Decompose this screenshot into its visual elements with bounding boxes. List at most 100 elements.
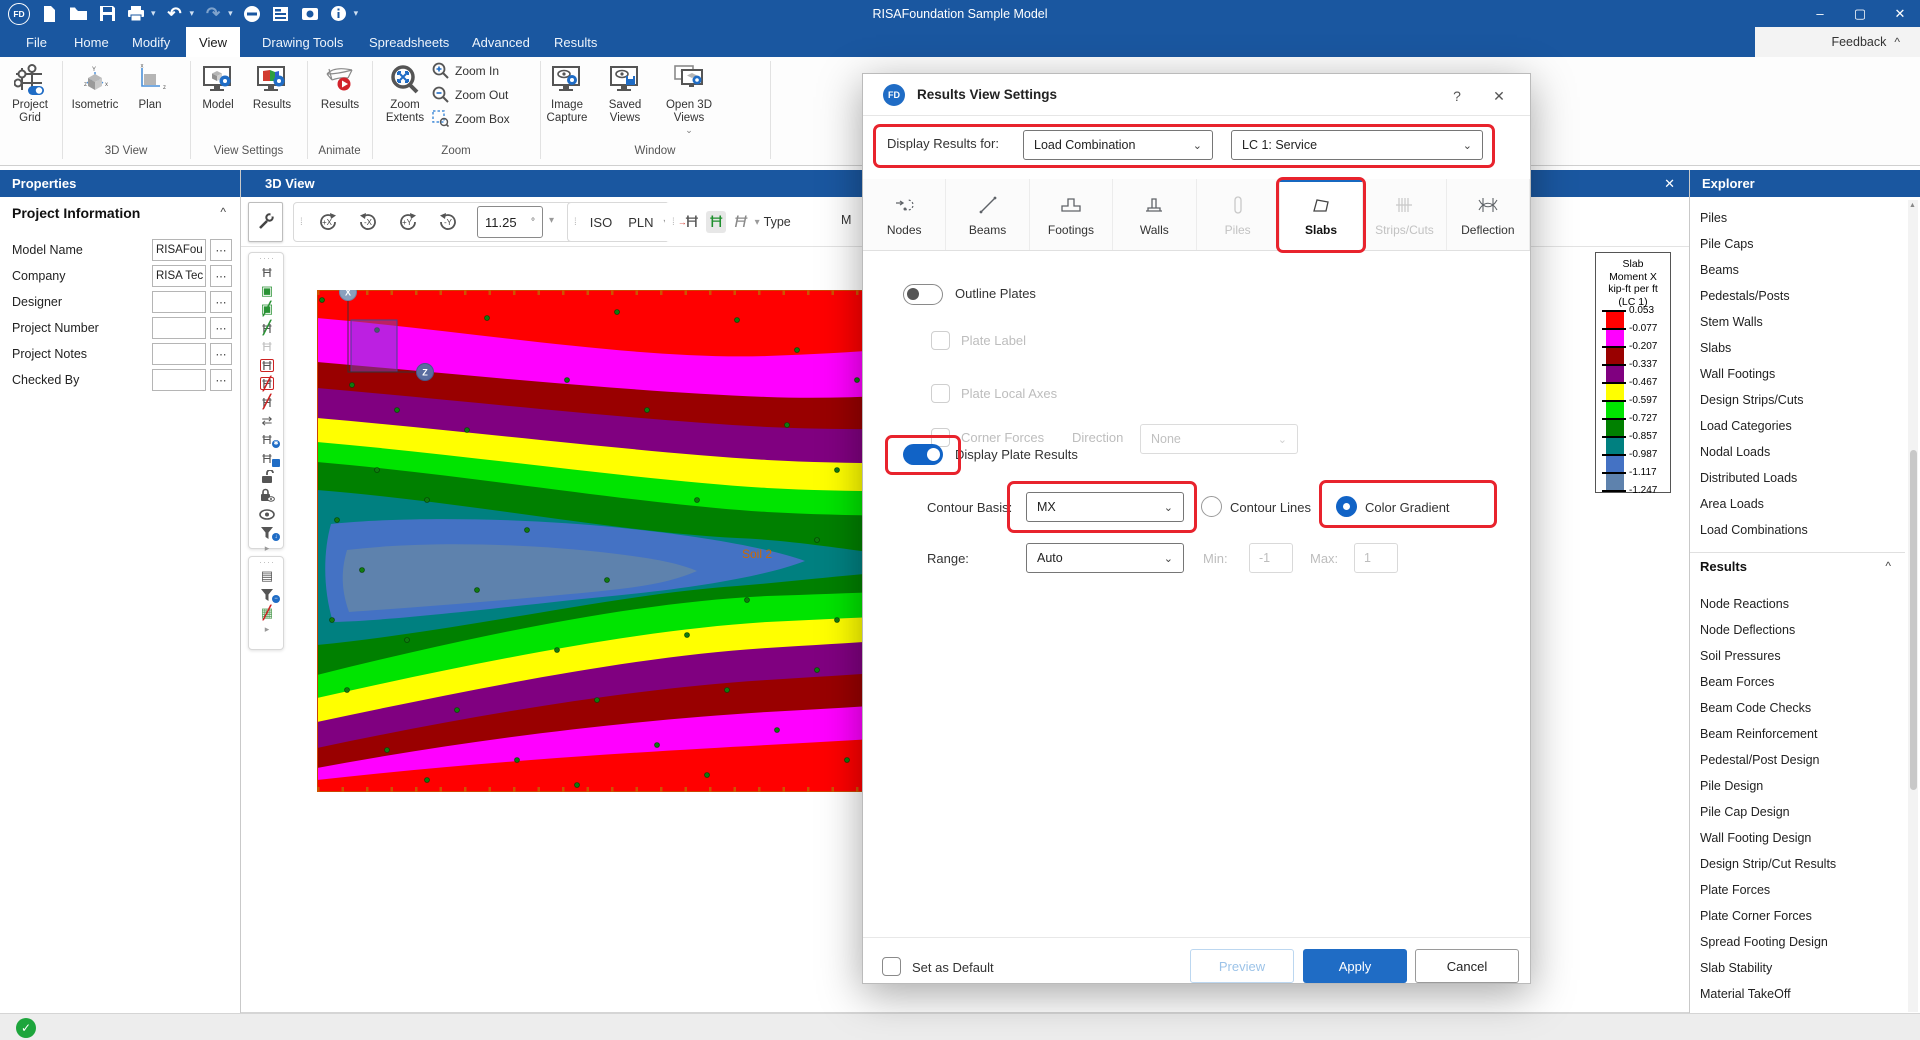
drag-handle-icon[interactable]: ⁞ — [300, 217, 304, 228]
explorer-item-spread-footing-design[interactable]: Spread Footing Design — [1690, 929, 1905, 955]
save-icon[interactable] — [97, 4, 117, 24]
dialog-tab-nodes[interactable]: Nodes — [863, 179, 946, 250]
explorer-item-pile-cap-design[interactable]: Pile Cap Design — [1690, 799, 1905, 825]
beam-italic-icon[interactable]: Ħ — [730, 211, 750, 233]
explorer-item-plate-forces[interactable]: Plate Forces — [1690, 877, 1905, 903]
unlock-icon[interactable] — [249, 468, 285, 487]
explorer-item-load-combinations[interactable]: Load Combinations — [1690, 517, 1905, 543]
explorer-item-beam-reinforcement[interactable]: Beam Reinforcement — [1690, 721, 1905, 747]
dialog-tab-slabs[interactable]: Slabs — [1280, 179, 1363, 250]
explorer-item-area-loads[interactable]: Area Loads — [1690, 491, 1905, 517]
dialog-tab-footings[interactable]: Footings — [1030, 179, 1113, 250]
range-dropdown[interactable]: Auto⌄ — [1026, 543, 1184, 573]
explorer-item-pedestals-posts[interactable]: Pedestals/Posts — [1690, 283, 1905, 309]
filter-apply-icon[interactable]: ↓ — [249, 523, 285, 542]
explorer-item-wall-footing-design[interactable]: Wall Footing Design — [1690, 825, 1905, 851]
close-button[interactable]: ✕ — [1880, 0, 1920, 27]
strip-expand-icon[interactable]: ▸ — [249, 623, 285, 636]
explorer-item-slab-stability[interactable]: Slab Stability — [1690, 955, 1905, 981]
camera-icon[interactable] — [300, 4, 320, 24]
maximize-button[interactable]: ▢ — [1840, 0, 1880, 27]
strip-expand-icon[interactable]: ▸ — [249, 542, 285, 555]
explorer-item-pile-caps[interactable]: Pile Caps — [1690, 231, 1905, 257]
model-view-settings-button[interactable]: Model — [189, 62, 247, 112]
company-input[interactable]: RISA Tec — [152, 265, 206, 287]
model-name-ellipsis-button[interactable]: ⋯ — [210, 239, 232, 261]
explorer-item-plate-corner-forces[interactable]: Plate Corner Forces — [1690, 903, 1905, 929]
result-type-dropdown[interactable]: Load Combination⌄ — [1023, 130, 1213, 160]
angle-dropdown-icon[interactable]: ▾ — [549, 215, 554, 226]
view-settings-wrench-button[interactable] — [248, 202, 283, 242]
plate-outline-icon[interactable]: ▣ — [249, 282, 285, 301]
project-information-section[interactable]: Project Information ^ — [0, 205, 240, 221]
project-number-ellipsis-button[interactable]: ⋯ — [210, 317, 232, 339]
isometric-button[interactable]: Yzx Isometric — [66, 62, 124, 112]
info-icon[interactable] — [329, 4, 349, 24]
model-name-input[interactable]: RISAFou — [152, 239, 206, 261]
preview-button[interactable]: Preview — [1190, 949, 1294, 983]
dialog-tab-walls[interactable]: Walls — [1113, 179, 1196, 250]
explorer-item-slabs[interactable]: Slabs — [1690, 335, 1905, 361]
tab-view[interactable]: View — [186, 27, 240, 57]
designer-ellipsis-button[interactable]: ⋯ — [210, 291, 232, 313]
qat-chevron-icon[interactable]: ▾ — [354, 8, 359, 19]
contour-lines-radio[interactable] — [1201, 496, 1222, 517]
undo-icon[interactable]: ↶ — [165, 4, 185, 24]
project-number-input[interactable] — [152, 317, 206, 339]
project-notes-ellipsis-button[interactable]: ⋯ — [210, 343, 232, 365]
solve-remove-icon[interactable] — [242, 4, 262, 24]
rotate-minus-x-button[interactable]: -X — [350, 205, 386, 239]
company-ellipsis-button[interactable]: ⋯ — [210, 265, 232, 287]
member-settings-icon[interactable]: Ħ✱ — [249, 430, 285, 449]
swap-ends-icon[interactable]: ⇄ — [249, 412, 285, 431]
checked-by-input[interactable] — [152, 369, 206, 391]
undo-chevron-icon[interactable]: ▾ — [190, 8, 195, 19]
zoom-in-button[interactable]: Zoom In — [432, 62, 499, 79]
explorer-item-pile-design[interactable]: Pile Design — [1690, 773, 1905, 799]
zoom-out-button[interactable]: Zoom Out — [432, 86, 508, 103]
section-collapse-icon[interactable]: ^ — [220, 205, 226, 221]
strip-drag-dots-icon[interactable]: ···· — [249, 253, 285, 263]
lock-view-icon[interactable] — [249, 486, 285, 505]
filter-remove-icon[interactable]: − — [249, 586, 285, 605]
print-chevron-icon[interactable]: ▾ — [151, 8, 156, 19]
project-notes-input[interactable] — [152, 343, 206, 365]
dialog-tab-deflection[interactable]: Deflection — [1447, 179, 1530, 250]
saved-views-button[interactable]: Saved Views — [596, 62, 654, 125]
set-as-default-checkbox[interactable] — [882, 957, 901, 976]
drag-handle-icon[interactable]: ⁞ — [672, 217, 676, 228]
plan-button[interactable]: xz Plan — [121, 62, 179, 112]
app-logo-icon[interactable]: FD — [8, 3, 30, 25]
render-image-off-icon[interactable]: ▦╱ — [249, 604, 285, 623]
explorer-item-design-strips-cuts[interactable]: Design Strips/Cuts — [1690, 387, 1905, 413]
rotate-plus-x-button[interactable]: +X — [310, 205, 346, 239]
scrollbar-up-icon[interactable]: ▲ — [1909, 202, 1916, 209]
apply-button[interactable]: Apply — [1303, 949, 1407, 983]
dialog-help-button[interactable]: ? — [1442, 84, 1472, 108]
wall-boxed-icon[interactable]: Ħ — [249, 356, 285, 375]
redo-icon[interactable]: ↷ — [203, 4, 223, 24]
tab-modify[interactable]: Modify — [118, 27, 184, 57]
explorer-item-node-reactions[interactable]: Node Reactions — [1690, 591, 1905, 617]
dialog-close-button[interactable]: ✕ — [1484, 84, 1514, 108]
explorer-item-distributed-loads[interactable]: Distributed Loads — [1690, 465, 1905, 491]
node-labels-icon[interactable]: Ħ — [249, 263, 285, 282]
strip-drag-dots-icon[interactable]: ···· — [249, 557, 285, 567]
plate-local-axes-checkbox[interactable] — [931, 384, 950, 403]
results-view-settings-button[interactable]: Results — [243, 62, 301, 112]
cancel-button[interactable]: Cancel — [1415, 949, 1519, 983]
plan-view-button[interactable]: PLN — [622, 211, 659, 234]
explorer-item-material-takeoff[interactable]: Material TakeOff — [1690, 981, 1905, 1007]
iso-view-button[interactable]: ISO — [584, 211, 618, 234]
redo-chevron-icon[interactable]: ▾ — [228, 8, 233, 19]
explorer-item-wall-footings[interactable]: Wall Footings — [1690, 361, 1905, 387]
minimize-button[interactable]: – — [1800, 0, 1840, 27]
plate-label-checkbox[interactable] — [931, 331, 950, 350]
image-capture-button[interactable]: Image Capture — [538, 62, 596, 125]
wall-boxed-off-icon[interactable]: Ħ╱ — [249, 375, 285, 394]
tab-home[interactable]: Home — [60, 27, 123, 57]
checked-by-ellipsis-button[interactable]: ⋯ — [210, 369, 232, 391]
beam-labels-icon[interactable]: →Ħ — [682, 211, 702, 233]
tab-file[interactable]: File — [12, 27, 61, 57]
beam-rendered-icon[interactable]: Ħ — [706, 211, 726, 233]
